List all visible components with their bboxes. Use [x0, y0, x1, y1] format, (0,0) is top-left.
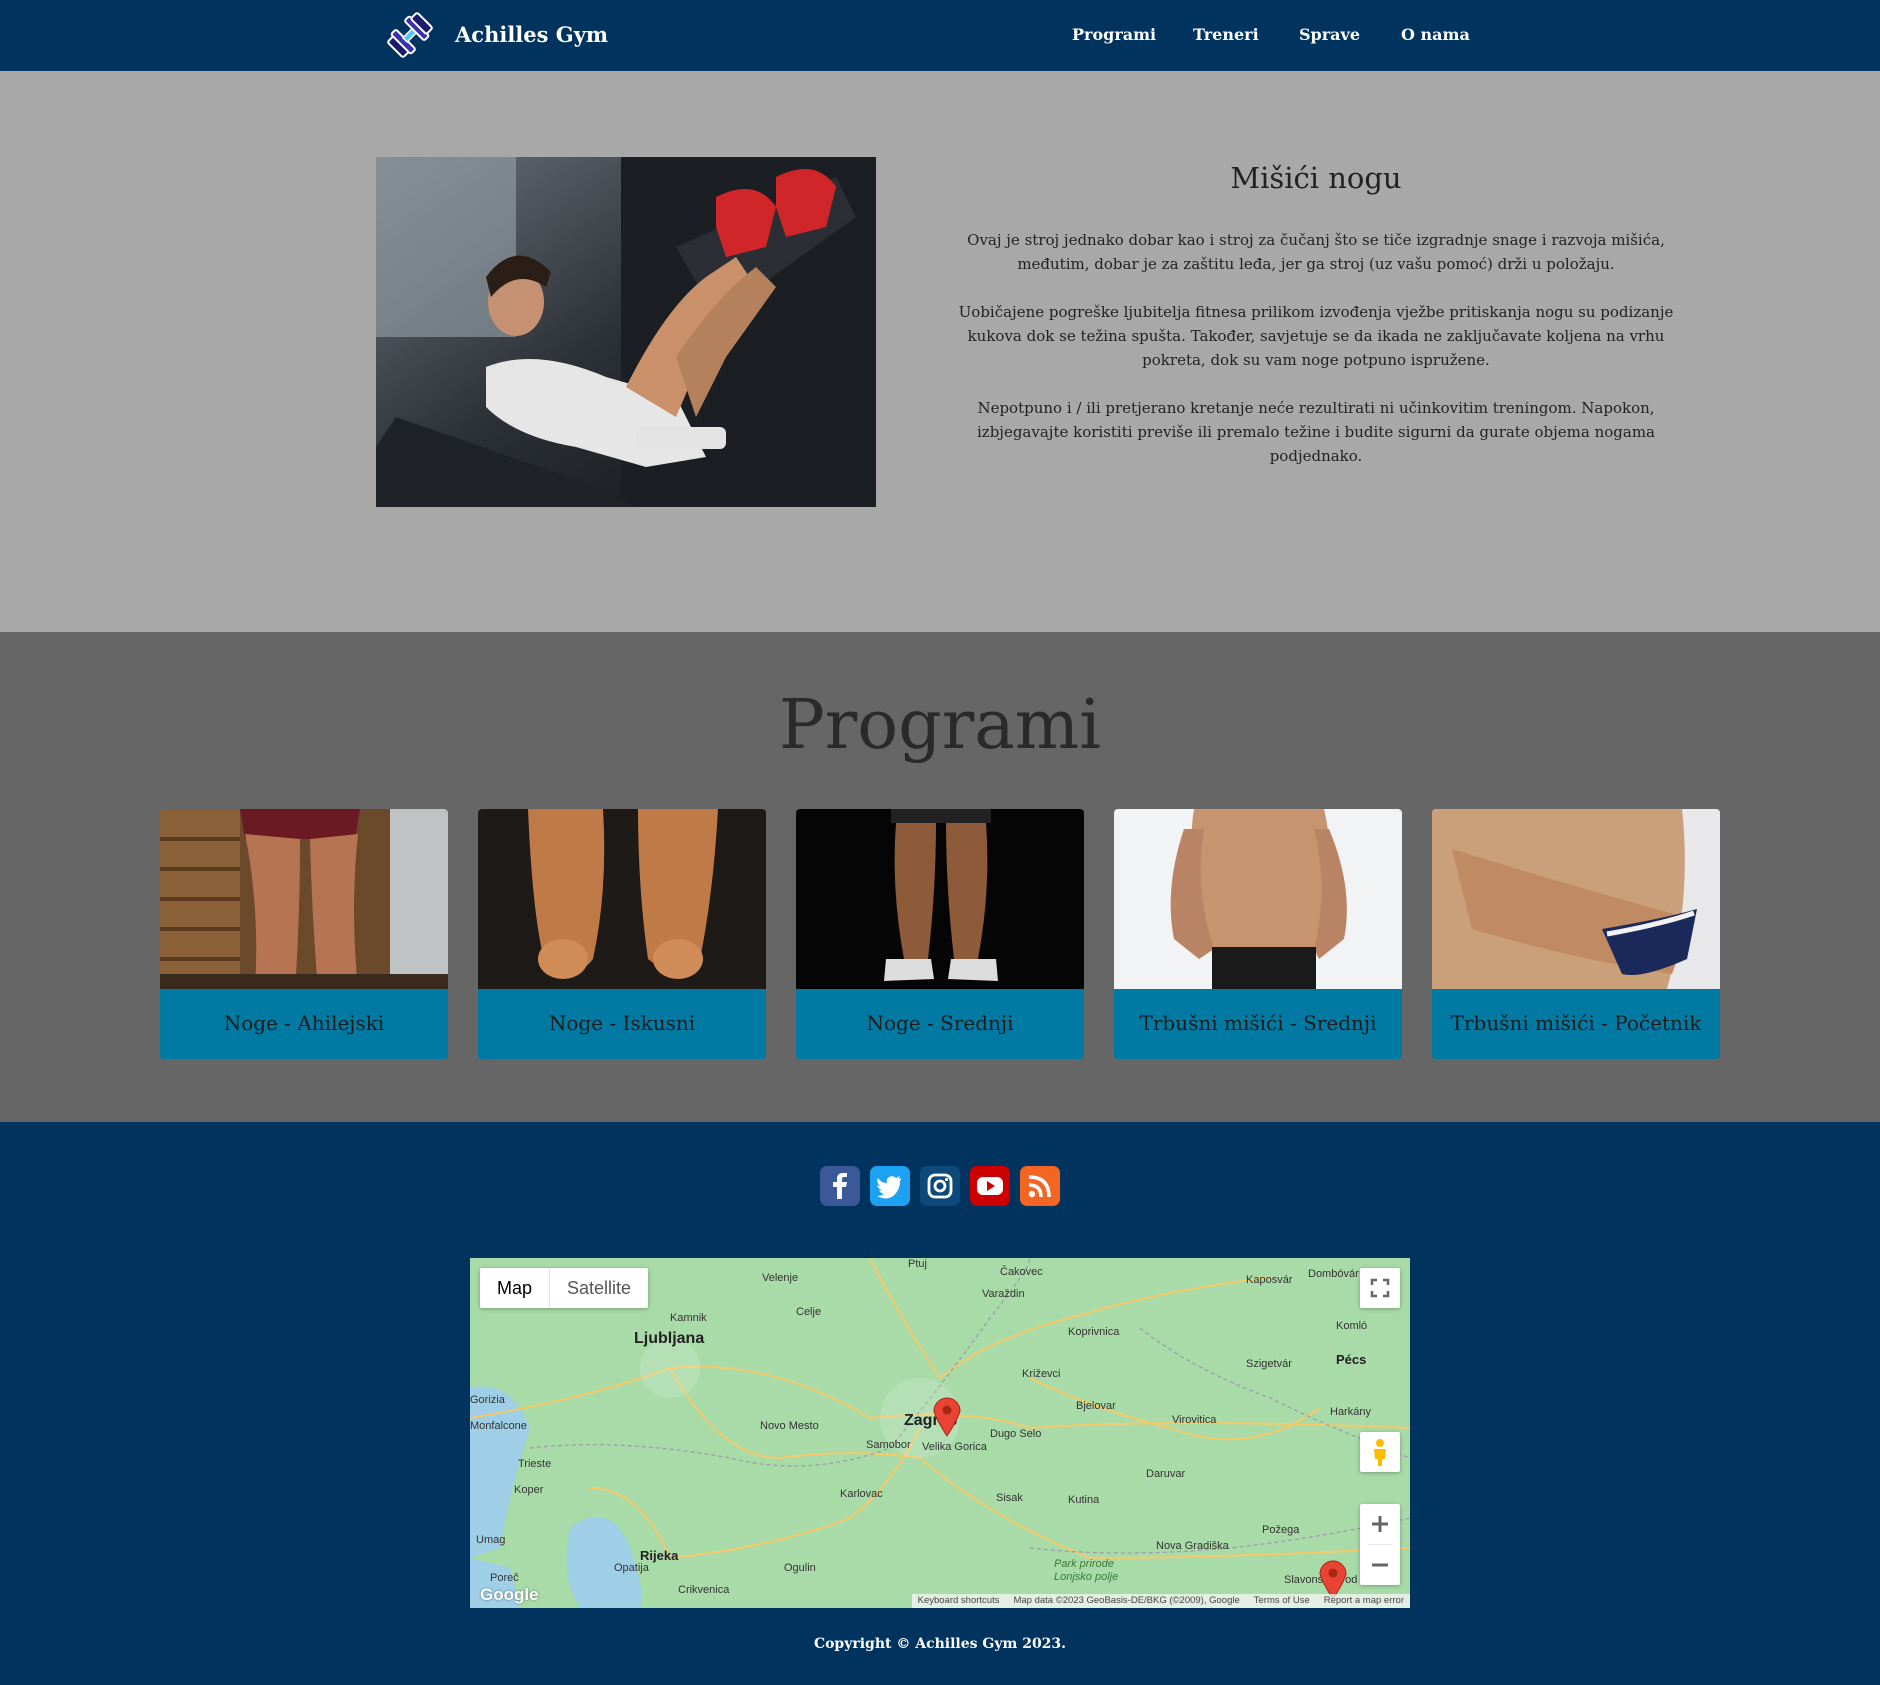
program-image — [796, 809, 1084, 989]
map-city-label: Harkány — [1330, 1406, 1371, 1418]
program-label[interactable]: Noge - Iskusni — [478, 989, 766, 1059]
program-card-noge-srednji[interactable]: Noge - Srednji — [796, 809, 1084, 1059]
map-city-label: Monfalcone — [470, 1420, 527, 1432]
map-city-label: Umag — [476, 1534, 506, 1546]
location-map[interactable]: Ljubljana Zagreb Rijeka Trieste Koper No… — [470, 1258, 1410, 1608]
program-label[interactable]: Trbušni mišići - Početnik — [1432, 989, 1720, 1059]
map-city-label: Velenje — [762, 1272, 799, 1284]
map-city-label: Kamnik — [670, 1312, 707, 1324]
hero-section: Mišići nogu Ovaj je stroj jednako dobar … — [0, 71, 1880, 632]
program-label[interactable]: Noge - Srednji — [796, 989, 1084, 1059]
dumbbell-logo-icon[interactable] — [386, 12, 434, 58]
terms-of-use-link[interactable]: Terms of Use — [1254, 1594, 1310, 1608]
programs-section: Programi Noge - Ahilejski Noge - Iskusni… — [0, 632, 1880, 1122]
program-image — [1114, 809, 1402, 989]
program-image — [160, 809, 448, 989]
map-city-label: Trieste — [518, 1458, 552, 1470]
facebook-icon[interactable] — [820, 1166, 860, 1206]
program-card-noge-ahilejski[interactable]: Noge - Ahilejski — [160, 809, 448, 1059]
program-card-trbusni-pocetnik[interactable]: Trbušni mišići - Početnik — [1432, 809, 1720, 1059]
map-city-label: Szigetvár — [1246, 1358, 1292, 1370]
map-city-label: Kaposvár — [1246, 1274, 1293, 1286]
nav-link-programi[interactable]: Programi — [1072, 25, 1156, 44]
map-city-label: Virovitica — [1172, 1414, 1217, 1426]
map-city-label: Celje — [796, 1306, 822, 1318]
navbar: Achilles Gym Programi Treneri Sprave O n… — [0, 0, 1880, 71]
map-city-label: Ptuj — [908, 1258, 927, 1270]
map-city-label: Novo Mesto — [760, 1420, 819, 1432]
map-city-label: Ogulin — [784, 1562, 816, 1574]
program-card-noge-iskusni[interactable]: Noge - Iskusni — [478, 809, 766, 1059]
map-city-label: Pécs — [1336, 1352, 1367, 1367]
map-type-satellite-button[interactable]: Satellite — [550, 1268, 648, 1308]
hero-description: Ovaj je stroj jednako dobar kao i stroj … — [950, 228, 1682, 492]
map-city-label: Rijeka — [640, 1548, 679, 1563]
hero-paragraph: Ovaj je stroj jednako dobar kao i stroj … — [967, 231, 1665, 273]
copyright: Copyright © Achilles Gym 2023. — [813, 1636, 1067, 1652]
map-type-toggle: Map Satellite — [480, 1268, 649, 1308]
zoom-out-icon[interactable] — [1360, 1545, 1400, 1585]
programs-title: Programi — [778, 686, 1101, 765]
map-city-label: Karlovac — [840, 1488, 883, 1500]
map-city-label: Bjelovar — [1076, 1400, 1116, 1412]
map-park-label: Park prirode Lonjsko polje — [1054, 1558, 1119, 1583]
map-city-label: Nova Gradiška — [1156, 1540, 1229, 1552]
map-marker-icon[interactable] — [932, 1395, 962, 1437]
zoom-in-icon[interactable] — [1360, 1504, 1400, 1544]
leg-press-photo — [376, 157, 876, 507]
map-city-label: Koprivnica — [1068, 1326, 1120, 1338]
program-card-trbusni-srednji[interactable]: Trbušni mišići - Srednji — [1114, 809, 1402, 1059]
map-city-label: Poreč — [490, 1572, 519, 1584]
map-city-label: Požega — [1262, 1524, 1300, 1536]
nav-link-o-nama[interactable]: O nama — [1401, 25, 1470, 44]
keyboard-shortcuts-link[interactable]: Keyboard shortcuts — [918, 1594, 1000, 1608]
hero-paragraph: Nepotpuno i / ili pretjerano kretanje ne… — [977, 399, 1655, 465]
nav-link-treneri[interactable]: Treneri — [1193, 25, 1259, 44]
hero-paragraph: Uobičajene pogreške ljubitelja fitnesa p… — [958, 303, 1674, 369]
map-city-label: Velika Gorica — [922, 1441, 987, 1453]
map-attribution: Keyboard shortcuts Map data ©2023 GeoBas… — [911, 1594, 1410, 1608]
map-city-label: Križevci — [1022, 1368, 1061, 1380]
map-city-label: Komló — [1336, 1320, 1368, 1332]
brand-name[interactable]: Achilles Gym — [455, 22, 608, 47]
program-image — [478, 809, 766, 989]
map-city-label: Sisak — [996, 1492, 1023, 1504]
map-city-label: Kutina — [1068, 1494, 1100, 1506]
twitter-icon[interactable] — [870, 1166, 910, 1206]
hero-title: Mišići nogu — [1230, 161, 1402, 195]
pegman-icon[interactable] — [1360, 1432, 1400, 1472]
map-city-label: Ljubljana — [634, 1330, 705, 1347]
map-city-label: Opatija — [614, 1562, 649, 1574]
youtube-icon[interactable] — [970, 1166, 1010, 1206]
map-type-map-button[interactable]: Map — [480, 1268, 551, 1308]
map-city-label: Gorizia — [470, 1394, 505, 1406]
map-city-label: Daruvar — [1146, 1468, 1186, 1480]
program-label[interactable]: Noge - Ahilejski — [160, 989, 448, 1059]
map-city-label: Dombóvár — [1308, 1268, 1359, 1280]
footer: Ljubljana Zagreb Rijeka Trieste Koper No… — [0, 1122, 1880, 1685]
rss-icon[interactable] — [1020, 1166, 1060, 1206]
map-city-label: Čakovec — [1000, 1266, 1043, 1278]
map-city-label: Crikvenica — [678, 1584, 730, 1596]
map-city-label: Varaždin — [982, 1288, 1025, 1300]
map-data-text: Map data ©2023 GeoBasis-DE/BKG (©2009), … — [1013, 1595, 1240, 1606]
google-logo[interactable]: Google — [480, 1585, 539, 1605]
map-city-label: Koper — [514, 1484, 544, 1496]
program-image — [1432, 809, 1720, 989]
fullscreen-icon[interactable] — [1360, 1268, 1400, 1308]
map-city-label: Dugo Selo — [990, 1428, 1042, 1440]
instagram-icon[interactable] — [920, 1166, 960, 1206]
nav-link-sprave[interactable]: Sprave — [1299, 25, 1360, 44]
map-city-label: Samobor — [866, 1439, 911, 1451]
program-label[interactable]: Trbušni mišići - Srednji — [1114, 989, 1402, 1059]
report-map-error-link[interactable]: Report a map error — [1324, 1594, 1404, 1608]
zoom-controls — [1360, 1504, 1400, 1585]
